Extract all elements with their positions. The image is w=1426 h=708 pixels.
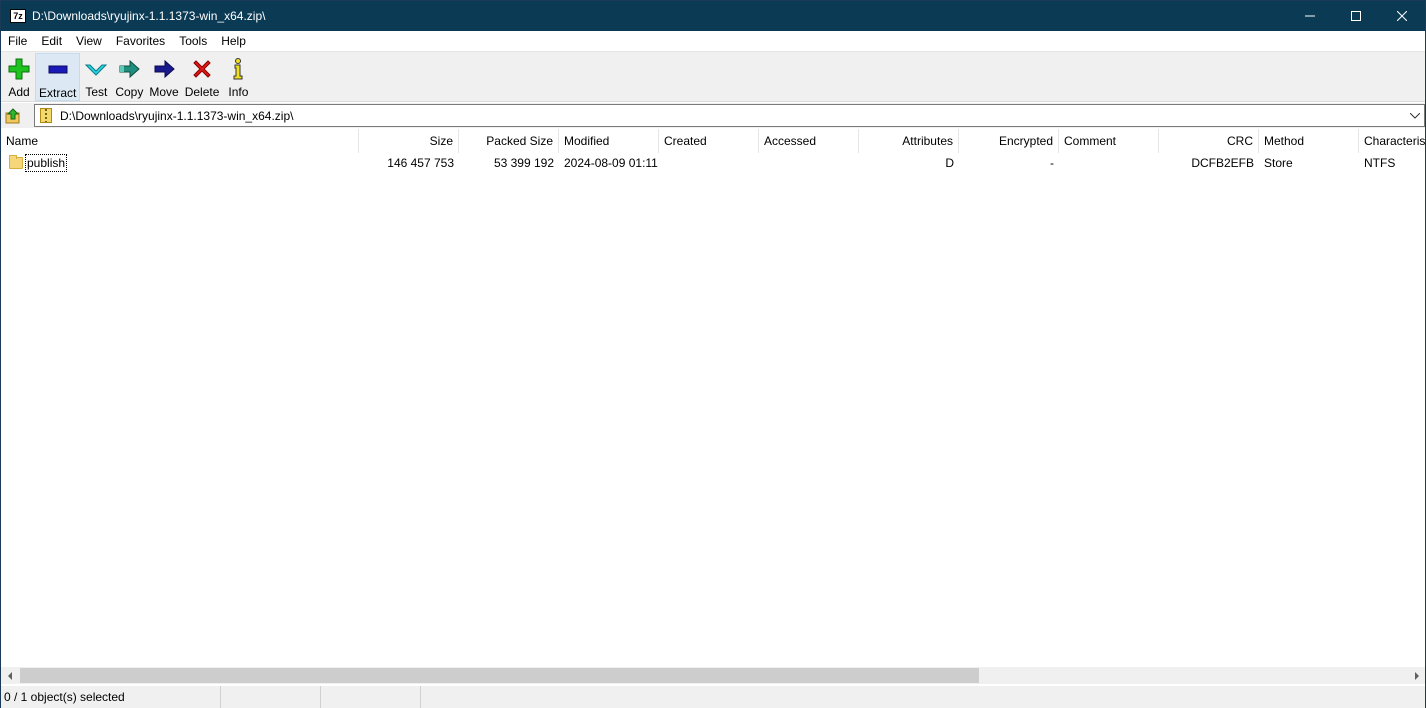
row-encrypted: - xyxy=(1050,156,1054,170)
menu-favorites[interactable]: Favorites xyxy=(109,31,172,52)
extract-label: Extract xyxy=(39,86,77,100)
row-method: Store xyxy=(1264,156,1293,170)
7zip-app-icon: 7z xyxy=(10,9,26,23)
scrollbar-thumb[interactable] xyxy=(20,668,979,683)
test-label: Test xyxy=(85,85,108,99)
path-text: D:\Downloads\ryujinx-1.1.1373-win_x64.zi… xyxy=(60,108,294,123)
folder-up-icon xyxy=(5,107,20,123)
title-bar: 7z D:\Downloads\ryujinx-1.1.1373-win_x64… xyxy=(1,1,1425,31)
maximize-button[interactable] xyxy=(1333,1,1379,31)
close-icon xyxy=(1397,11,1407,21)
move-button[interactable]: Move xyxy=(146,53,181,101)
row-comment xyxy=(1059,153,1159,173)
row-size: 146 457 753 xyxy=(387,156,454,170)
add-label: Add xyxy=(8,85,30,99)
close-button[interactable] xyxy=(1379,1,1425,31)
info-button[interactable]: Info xyxy=(222,53,254,101)
file-list: Name Size Packed Size Modified Created A… xyxy=(1,129,1425,667)
menu-edit[interactable]: Edit xyxy=(34,31,69,52)
column-header-attributes[interactable]: Attributes xyxy=(859,129,959,153)
menu-file[interactable]: File xyxy=(1,31,34,52)
folder-icon xyxy=(9,155,23,169)
menu-bar: File Edit View Favorites Tools Help xyxy=(1,31,1425,52)
extract-button[interactable]: Extract xyxy=(35,53,81,101)
column-header-created[interactable]: Created xyxy=(659,129,759,153)
info-label: Info xyxy=(228,85,249,99)
info-icon xyxy=(225,56,251,82)
row-characteristics: NTFS xyxy=(1364,156,1396,170)
row-modified: 2024-08-09 01:11 xyxy=(564,156,658,170)
column-header-modified[interactable]: Modified xyxy=(559,129,659,153)
window-title: D:\Downloads\ryujinx-1.1.1373-win_x64.zi… xyxy=(32,9,266,23)
status-selection: 0 / 1 object(s) selected xyxy=(1,686,221,708)
table-row[interactable]: publish 146 457 753 53 399 192 2024-08-0… xyxy=(1,153,1425,173)
row-name-cell[interactable]: publish xyxy=(1,153,359,173)
checkmark-icon xyxy=(83,56,109,82)
chevron-left-icon xyxy=(7,671,12,680)
toolbar: Add Extract Test Copy Move Delete Info xyxy=(1,52,1425,102)
address-bar: D:\Downloads\ryujinx-1.1.1373-win_x64.zi… xyxy=(1,103,1425,128)
horizontal-scrollbar[interactable] xyxy=(1,667,1425,684)
folder-up-button[interactable] xyxy=(1,104,25,128)
delete-button[interactable]: Delete xyxy=(182,53,223,101)
status-panel-3 xyxy=(321,686,421,708)
menu-tools[interactable]: Tools xyxy=(172,31,214,52)
app-window: 7z D:\Downloads\ryujinx-1.1.1373-win_x64… xyxy=(0,0,1426,708)
test-button[interactable]: Test xyxy=(80,53,112,101)
row-accessed xyxy=(759,153,859,173)
x-icon xyxy=(189,56,215,82)
path-input[interactable]: D:\Downloads\ryujinx-1.1.1373-win_x64.zi… xyxy=(34,104,1425,127)
plus-icon xyxy=(6,56,32,82)
column-header-comment[interactable]: Comment xyxy=(1059,129,1159,153)
row-packed-size: 53 399 192 xyxy=(493,156,554,170)
column-header-crc[interactable]: CRC xyxy=(1159,129,1259,153)
column-header-size[interactable]: Size xyxy=(359,129,459,153)
chevron-right-icon xyxy=(1414,671,1419,680)
arrow-right-icon xyxy=(151,56,177,82)
delete-label: Delete xyxy=(184,85,220,99)
minus-icon xyxy=(45,57,71,83)
chevron-down-icon[interactable] xyxy=(1408,108,1422,124)
window-controls xyxy=(1287,1,1425,31)
column-header-method[interactable]: Method xyxy=(1259,129,1359,153)
status-panel-2 xyxy=(221,686,321,708)
move-label: Move xyxy=(149,85,179,99)
minimize-icon xyxy=(1305,15,1315,17)
scroll-left-button[interactable] xyxy=(1,667,18,684)
column-header-packed-size[interactable]: Packed Size xyxy=(459,129,559,153)
row-name: publish xyxy=(25,154,68,172)
column-header-encrypted[interactable]: Encrypted xyxy=(959,129,1059,153)
scroll-right-button[interactable] xyxy=(1408,667,1425,684)
menu-view[interactable]: View xyxy=(69,31,109,52)
menu-help[interactable]: Help xyxy=(214,31,253,52)
add-button[interactable]: Add xyxy=(3,53,35,101)
minimize-button[interactable] xyxy=(1287,1,1333,31)
zip-archive-icon xyxy=(40,108,52,123)
copy-button[interactable]: Copy xyxy=(112,53,146,101)
row-created xyxy=(659,153,759,173)
status-bar: 0 / 1 object(s) selected xyxy=(1,686,1425,708)
column-header-row: Name Size Packed Size Modified Created A… xyxy=(1,129,1425,153)
column-header-characteristics[interactable]: Characteris xyxy=(1359,129,1425,153)
maximize-icon xyxy=(1351,11,1361,21)
row-attributes: D xyxy=(945,156,954,170)
column-header-accessed[interactable]: Accessed xyxy=(759,129,859,153)
copy-label: Copy xyxy=(115,85,144,99)
row-crc: DCFB2EFB xyxy=(1191,156,1254,170)
arrow-right-icon xyxy=(116,56,142,82)
column-header-name[interactable]: Name xyxy=(1,129,359,153)
